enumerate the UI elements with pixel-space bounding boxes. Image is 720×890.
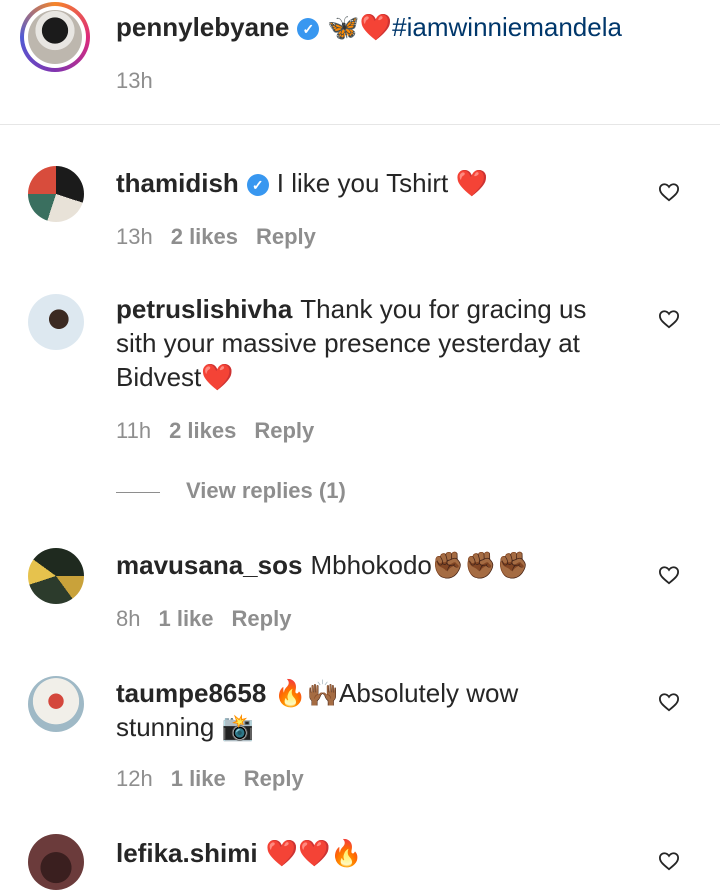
caption-time: 13h <box>116 68 153 93</box>
comment-line: lefika.shimi ❤️❤️🔥 <box>116 836 363 870</box>
heart-outline-icon[interactable] <box>658 182 680 202</box>
comment-likes[interactable]: 2 likes <box>171 224 238 249</box>
comment-line: mavusana_sos Mbhokodo✊🏾✊🏾✊🏾 <box>116 548 529 582</box>
heart-outline-icon[interactable] <box>658 309 680 329</box>
caption-line: pennylebyane ✓ 🦋❤️#iamwinniemandela <box>116 10 622 44</box>
comment-username[interactable]: thamidish <box>116 168 239 198</box>
comment-likes[interactable]: 1 like <box>171 766 226 791</box>
comment-text: ❤️❤️🔥 <box>265 838 363 868</box>
comment-meta: 13h 2 likes Reply <box>116 224 334 250</box>
comment-text-line: Bidvest❤️ <box>116 362 234 392</box>
caption-emoji: 🦋❤️ <box>327 12 393 42</box>
comment-username[interactable]: petruslishivha <box>116 294 292 324</box>
reply-button[interactable]: Reply <box>256 224 316 249</box>
caption-hashtag[interactable]: #iamwinniemandela <box>392 12 622 42</box>
comment-time: 12h <box>116 766 153 791</box>
avatar-image <box>28 10 82 64</box>
comment-username[interactable]: taumpe8658 <box>116 678 266 708</box>
comment-meta: 12h 1 like Reply <box>116 766 322 792</box>
comment-time: 8h <box>116 606 141 631</box>
divider <box>0 124 720 125</box>
comment-text-line: sith your massive presence yesterday at <box>116 328 580 358</box>
view-replies-label: View replies (1) <box>186 478 346 503</box>
avatar[interactable] <box>28 834 84 890</box>
verified-badge-icon: ✓ <box>297 18 320 40</box>
comment-line: taumpe8658 🔥🙌🏾Absolutely wow <box>116 676 518 710</box>
comment-text: 🔥🙌🏾Absolutely wow <box>274 678 519 708</box>
comment-username[interactable]: mavusana_sos <box>116 550 302 580</box>
comment-likes[interactable]: 1 like <box>158 606 213 631</box>
caption-meta: 13h <box>116 68 171 94</box>
comment-text-line: stunning 📸 <box>116 712 254 742</box>
avatar[interactable] <box>28 676 84 732</box>
replies-dash <box>116 491 160 493</box>
comment-text: Thank you for gracing us <box>300 294 587 324</box>
avatar[interactable] <box>28 548 84 604</box>
heart-outline-icon[interactable] <box>658 692 680 712</box>
comment-text: I like you Tshirt ❤️ <box>276 168 488 198</box>
heart-outline-icon[interactable] <box>658 565 680 585</box>
comment-username[interactable]: lefika.shimi <box>116 838 258 868</box>
reply-button[interactable]: Reply <box>232 606 292 631</box>
comment-time: 11h <box>116 418 152 443</box>
comment-text: Mbhokodo✊🏾✊🏾✊🏾 <box>310 550 529 580</box>
heart-outline-icon[interactable] <box>658 851 680 871</box>
comment-line: petruslishivha Thank you for gracing us <box>116 292 586 326</box>
caption-avatar[interactable] <box>20 2 90 72</box>
reply-button[interactable]: Reply <box>254 418 314 443</box>
verified-badge-icon: ✓ <box>246 174 269 196</box>
caption-username[interactable]: pennylebyane <box>116 12 289 42</box>
avatar[interactable] <box>28 294 84 350</box>
reply-button[interactable]: Reply <box>244 766 304 791</box>
comment-meta: 11h 2 likes Reply <box>116 418 332 444</box>
comment-time: 13h <box>116 224 153 249</box>
comment-line: thamidish ✓ I like you Tshirt ❤️ <box>116 166 488 200</box>
comment-meta: 8h 1 like Reply <box>116 606 309 632</box>
avatar[interactable] <box>28 166 84 222</box>
view-replies-button[interactable]: View replies (1) <box>116 478 346 504</box>
comment-likes[interactable]: 2 likes <box>169 418 236 443</box>
